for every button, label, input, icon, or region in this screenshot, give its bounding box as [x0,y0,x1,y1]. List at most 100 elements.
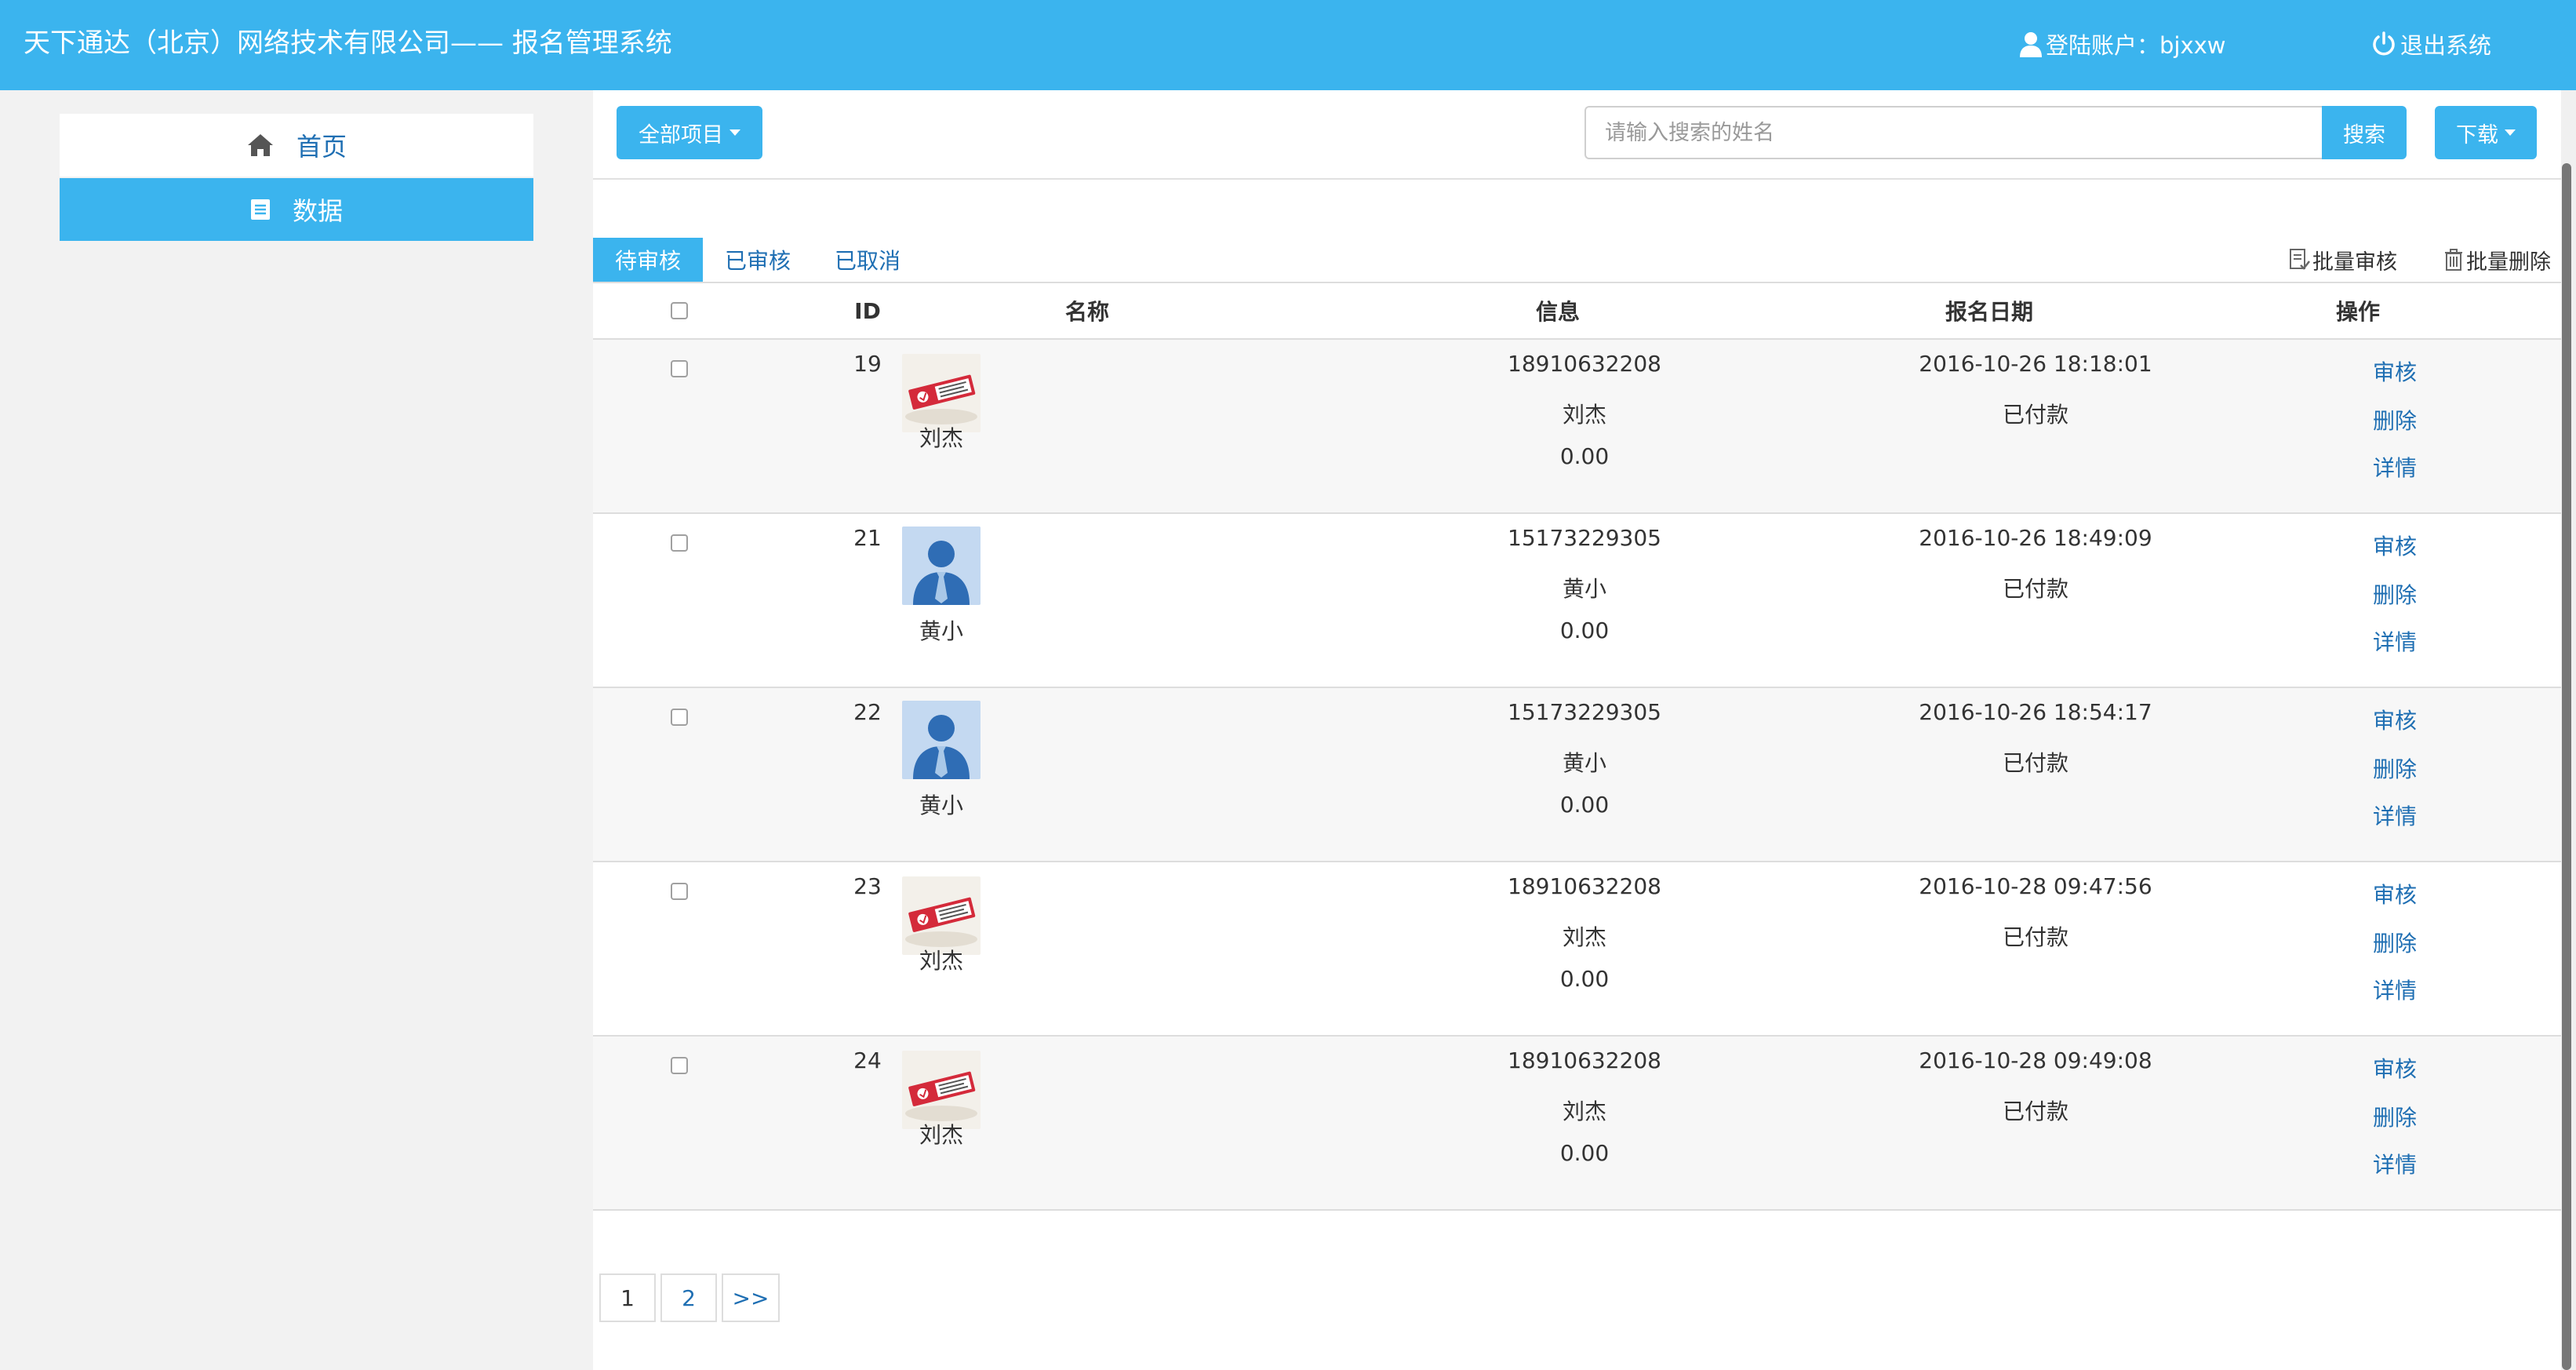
row-phone: 15173229305 [1508,525,1661,551]
row-checkbox[interactable] [671,1057,688,1074]
sidebar-item-data[interactable]: 数据 [60,178,533,241]
header-info: 信息 [1535,299,1580,325]
row-info-name: 刘杰 [1562,924,1606,950]
detail-link[interactable]: 详情 [2316,451,2473,483]
row-amount: 0.00 [1559,966,1610,992]
tab-pending[interactable]: 待审核 [593,238,704,282]
pagination: 1 2 >> [599,1273,784,1322]
row-phone: 18910632208 [1508,351,1661,377]
all-projects-label: 全部项目 [639,122,723,148]
row-name: 黄小 [919,618,963,644]
select-all-cell [593,282,766,340]
list-icon [250,199,271,220]
detail-link[interactable]: 详情 [2316,974,2473,1005]
person-avatar [902,527,981,605]
batch-approve-button[interactable]: 批量审核 [2289,238,2397,282]
page-1-button[interactable]: 1 [599,1273,656,1322]
search-button-label: 搜索 [2343,122,2385,148]
main-content: 全部项目 搜索 下载 待审核 已审核 已取消 批量审核 [593,90,2561,1370]
row-checkbox[interactable] [671,709,688,726]
caret-down-icon [730,129,740,136]
approve-link[interactable]: 审核 [2316,530,2473,561]
row-status: 已付款 [2002,1099,2068,1124]
product-thumbnail [902,354,981,432]
approve-link[interactable]: 审核 [2316,878,2473,909]
logout-label: 退出系统 [2400,32,2492,59]
delete-link[interactable]: 删除 [2316,578,2473,610]
row-status: 已付款 [2002,924,2068,950]
batch-delete-button[interactable]: 批量删除 [2443,238,2551,282]
row-info-name: 刘杰 [1562,1099,1606,1124]
approve-link[interactable]: 审核 [2316,1052,2473,1084]
row-status: 已付款 [2002,576,2068,602]
approve-link[interactable]: 审核 [2316,704,2473,735]
trash-icon [2445,249,2462,271]
row-amount: 0.00 [1559,792,1610,818]
next-page-button[interactable]: >> [722,1273,780,1322]
sidebar-item-label: 数据 [292,196,343,226]
person-avatar [902,701,981,779]
caret-down-icon [2505,129,2516,136]
row-check-cell [593,357,766,383]
status-tabs: 待审核 已审核 已取消 [593,238,922,282]
batch-approve-label: 批量审核 [2312,250,2397,275]
table-row: 19 刘杰 18910632208 刘杰 0.00 2016-10-26 18:18:01… [593,340,2561,514]
sidebar-item-label: 首页 [296,132,347,162]
row-name: 刘杰 [919,948,963,974]
delete-link[interactable]: 删除 [2316,752,2473,784]
row-date: 2016-10-26 18:49:09 [1919,525,2152,551]
row-date: 2016-10-28 09:47:56 [1919,873,2152,899]
home-icon [246,133,275,158]
row-info-name: 黄小 [1562,576,1606,602]
account-info: 登陆账户：bjxxw [2019,26,2226,62]
scrollbar-thumb[interactable] [2562,163,2571,1370]
header-action: 操作 [2335,299,2380,325]
download-dropdown[interactable]: 下载 [2435,106,2537,159]
approve-link[interactable]: 审核 [2316,355,2473,387]
row-check-cell [593,1054,766,1080]
row-checkbox[interactable] [671,534,688,552]
detail-link[interactable]: 详情 [2316,1148,2473,1179]
detail-link[interactable]: 详情 [2316,800,2473,831]
row-status: 已付款 [2002,402,2068,428]
header-date: 报名日期 [1945,299,2033,325]
delete-link[interactable]: 删除 [2316,1101,2473,1132]
row-date: 2016-10-28 09:49:08 [1919,1048,2152,1073]
table-row: 23 刘杰 18910632208 刘杰 0.00 2016-10-28 09:47:56… [593,862,2561,1037]
tab-approved[interactable]: 已审核 [703,238,813,282]
approve-doc-icon [2290,249,2310,270]
row-date: 2016-10-26 18:18:01 [1919,351,2152,377]
all-projects-dropdown[interactable]: 全部项目 [617,106,762,159]
row-phone: 18910632208 [1508,1048,1661,1073]
row-amount: 0.00 [1559,618,1610,643]
download-label: 下载 [2456,122,2498,148]
search-button[interactable]: 搜索 [2322,106,2407,159]
row-amount: 0.00 [1559,443,1610,469]
account-label: 登陆账户：bjxxw [2046,32,2226,59]
row-info-name: 刘杰 [1562,402,1606,428]
row-amount: 0.00 [1559,1140,1610,1166]
row-name: 刘杰 [919,425,963,451]
user-icon [2020,32,2042,57]
row-check-cell [593,880,766,905]
toolbar: 全部项目 搜索 下载 [593,90,2561,180]
search-input[interactable] [1585,106,2323,159]
delete-link[interactable]: 删除 [2316,927,2473,958]
table-row: 21 黄小 15173229305 黄小 0.00 2016-10-26 18:49:09… [593,514,2561,688]
row-status: 已付款 [2002,750,2068,776]
sidebar-item-home[interactable]: 首页 [60,114,533,177]
row-checkbox[interactable] [671,883,688,900]
page-2-button[interactable]: 2 [660,1273,717,1322]
row-info-name: 黄小 [1562,750,1606,776]
delete-link[interactable]: 删除 [2316,404,2473,435]
row-name: 刘杰 [919,1122,963,1148]
product-thumbnail [902,1051,981,1129]
select-all-checkbox[interactable] [671,302,688,319]
table-header: ID 名称 信息 报名日期 操作 [593,282,2561,340]
app-title: 天下通达（北京）网络技术有限公司—— 报名管理系统 [24,27,672,59]
tab-cancelled[interactable]: 已取消 [813,238,922,282]
logout-button[interactable]: 退出系统 [2370,26,2491,62]
row-checkbox[interactable] [671,360,688,377]
detail-link[interactable]: 详情 [2316,625,2473,657]
batch-delete-label: 批量删除 [2466,250,2551,275]
